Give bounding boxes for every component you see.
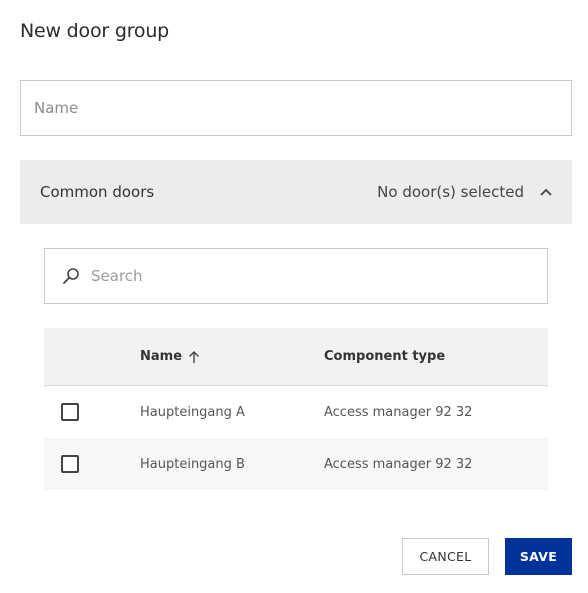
common-doors-accordion-header[interactable]: Common doors No door(s) selected xyxy=(20,160,572,224)
row-checkbox-cell xyxy=(44,403,140,421)
selection-status: No door(s) selected xyxy=(377,183,524,201)
cancel-button[interactable]: CANCEL xyxy=(402,538,489,575)
chevron-up-icon[interactable] xyxy=(540,186,552,198)
dialog-title: New door group xyxy=(20,20,170,42)
save-button[interactable]: SAVE xyxy=(505,538,572,575)
column-header-name-label: Name xyxy=(140,349,183,364)
row-component-type: Access manager 92 32 xyxy=(324,456,473,472)
row-checkbox[interactable] xyxy=(61,403,79,421)
name-field-container xyxy=(20,80,572,136)
search-input[interactable] xyxy=(91,249,547,303)
table-row[interactable]: Haupteingang B Access manager 92 32 xyxy=(44,438,548,490)
row-component-type: Access manager 92 32 xyxy=(324,404,473,420)
row-checkbox[interactable] xyxy=(61,455,79,473)
column-header-component-type[interactable]: Component type xyxy=(324,349,548,364)
search-icon xyxy=(61,266,81,286)
accordion-title: Common doors xyxy=(40,183,155,201)
table-row[interactable]: Haupteingang A Access manager 92 32 xyxy=(44,386,548,438)
table-header: Name Component type xyxy=(44,328,548,386)
search-field-container xyxy=(44,248,548,304)
row-name: Haupteingang B xyxy=(140,456,245,472)
arrow-up-icon[interactable] xyxy=(188,350,200,364)
doors-table: Name Component type Haupteingang A Acces… xyxy=(44,328,548,490)
column-header-name[interactable]: Name xyxy=(140,349,324,364)
row-checkbox-cell xyxy=(44,455,140,473)
name-input[interactable] xyxy=(21,81,571,135)
row-name: Haupteingang A xyxy=(140,404,245,420)
